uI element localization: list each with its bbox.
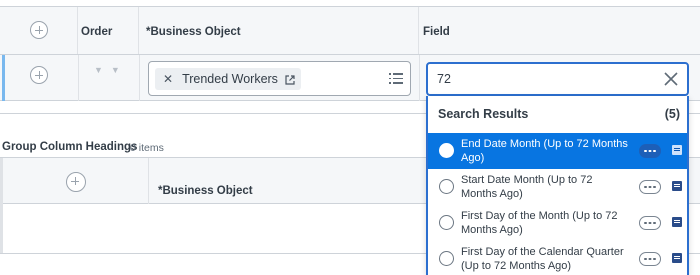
- grid-header: Order *Business Object Field: [0, 6, 700, 55]
- header-add-cell: [0, 7, 78, 54]
- row-focus-indicator: [2, 55, 5, 101]
- header-order-cell: Order: [78, 7, 139, 54]
- header-field-cell: Field: [419, 7, 700, 54]
- order-header: Order: [81, 26, 113, 38]
- report-icon[interactable]: [672, 145, 682, 155]
- divider: [148, 158, 149, 204]
- row-edge: [0, 158, 3, 253]
- field-header: Field: [423, 26, 450, 38]
- group-column-headings-count: 0 items: [130, 142, 164, 154]
- prompt-list-icon[interactable]: [389, 72, 403, 85]
- ellipsis-icon[interactable]: [639, 144, 661, 158]
- add-group-heading-icon[interactable]: [66, 172, 86, 192]
- search-value: 72: [437, 72, 451, 86]
- search-result-item[interactable]: First Day of the Month (Up to 72 Months …: [428, 205, 687, 241]
- field-search-input[interactable]: 72: [426, 62, 689, 96]
- search-result-label: End Date Month (Up to 72 Months Ago): [461, 138, 628, 164]
- search-results-title: Search Results: [438, 107, 529, 121]
- search-result-label: First Day of the Calendar Quarter (Up to…: [461, 246, 624, 272]
- business-object-header: *Business Object: [158, 185, 253, 197]
- report-icon[interactable]: [672, 253, 682, 263]
- divider: [78, 55, 79, 101]
- close-icon[interactable]: [660, 68, 682, 90]
- ellipsis-icon[interactable]: [639, 180, 661, 194]
- add-row-icon[interactable]: [30, 66, 48, 84]
- report-icon[interactable]: [672, 181, 682, 191]
- radio-icon[interactable]: [439, 143, 454, 158]
- ellipsis-icon[interactable]: [639, 216, 661, 230]
- radio-icon[interactable]: [439, 179, 454, 194]
- header-business-object-cell: *Business Object: [139, 7, 419, 54]
- add-row-top-icon[interactable]: [30, 21, 48, 39]
- search-results-count: (5): [664, 107, 680, 121]
- search-result-label: Start Date Month (Up to 72 Months Ago): [461, 174, 593, 200]
- search-result-item[interactable]: First Day of the Calendar Quarter (Up to…: [428, 241, 687, 275]
- sort-arrows-icon[interactable]: ▼▼: [94, 65, 128, 75]
- external-link-icon[interactable]: [285, 74, 295, 85]
- radio-icon[interactable]: [439, 215, 454, 230]
- group-column-headings-title: Group Column Headings: [2, 141, 138, 153]
- ellipsis-icon[interactable]: [639, 252, 661, 266]
- search-results-dropdown: Search Results (5) End Date Month (Up to…: [426, 96, 689, 275]
- selected-business-object-pill: ✕ Trended Workers: [155, 68, 301, 90]
- search-result-item[interactable]: End Date Month (Up to 72 Months Ago): [428, 133, 687, 169]
- business-object-value: Trended Workers: [182, 72, 278, 86]
- business-object-prompt[interactable]: ✕ Trended Workers: [148, 61, 411, 96]
- remove-x-icon[interactable]: ✕: [163, 72, 173, 86]
- business-object-header: *Business Object: [146, 26, 241, 38]
- search-result-label: First Day of the Month (Up to 72 Months …: [461, 210, 618, 236]
- search-result-item[interactable]: Start Date Month (Up to 72 Months Ago): [428, 169, 687, 205]
- divider: [139, 55, 140, 101]
- report-icon[interactable]: [672, 217, 682, 227]
- divider: [419, 55, 420, 101]
- radio-icon[interactable]: [439, 251, 454, 266]
